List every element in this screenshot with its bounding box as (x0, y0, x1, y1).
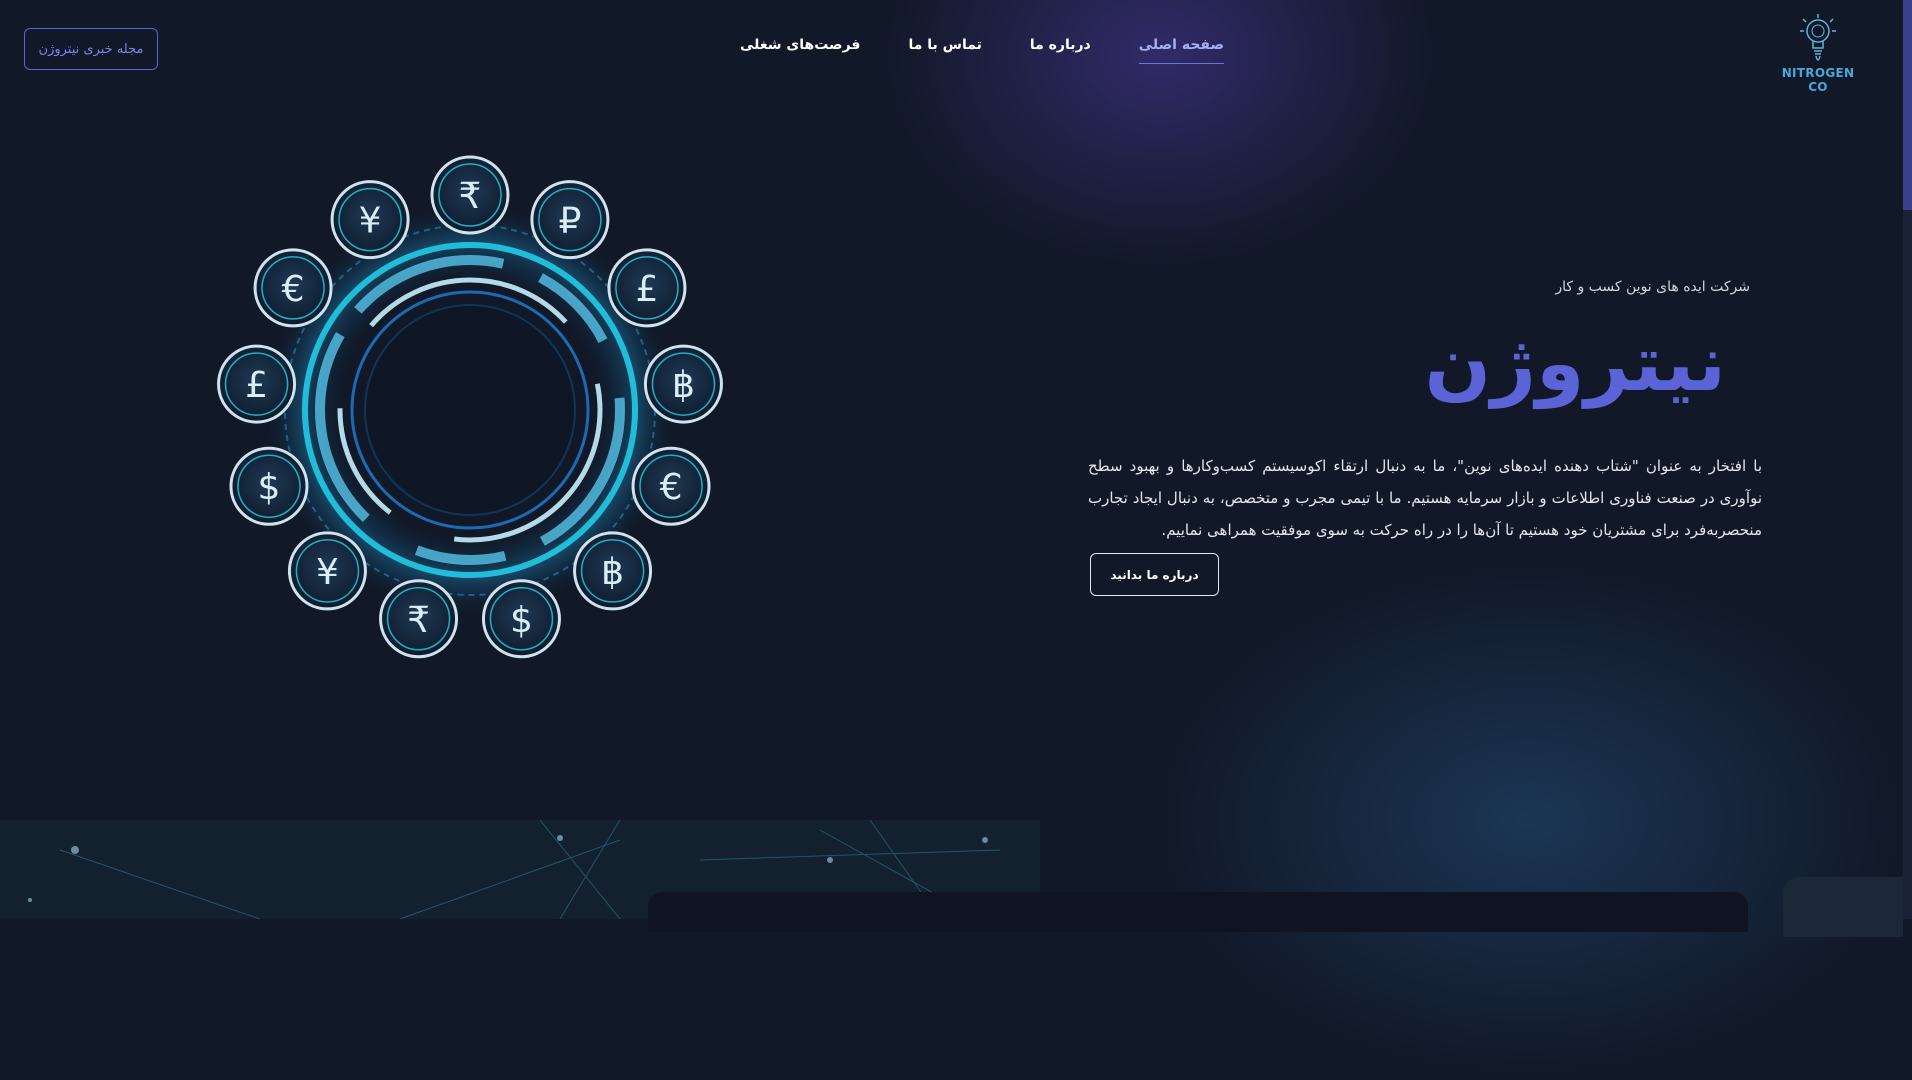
currency-coin: ₽ (530, 180, 610, 260)
currency-coin: ฿ (573, 531, 653, 611)
currency-symbol: $ (258, 467, 281, 508)
currency-coin: € (253, 248, 333, 328)
currency-coin: ¥ (287, 531, 367, 611)
currency-coin: $ (229, 446, 309, 526)
currency-symbol: ¥ (316, 552, 339, 593)
currency-coin: $ (481, 579, 561, 659)
currency-symbol: $ (510, 600, 533, 641)
side-card-top (1783, 877, 1903, 937)
currency-coin: ₹ (430, 155, 510, 235)
currency-coin: € (631, 446, 711, 526)
currency-symbol: ₹ (407, 600, 430, 641)
currency-coin: £ (217, 344, 297, 424)
currency-coin: ¥ (330, 180, 410, 260)
hero-description: با افتخار به عنوان "شتاب دهنده ایده‌های … (1088, 457, 1762, 539)
currency-symbol: ₽ (558, 201, 581, 242)
scrollbar-thumb[interactable] (1903, 0, 1912, 210)
currency-symbol: € (282, 269, 305, 310)
background-glow-bottom (1150, 560, 1910, 1080)
currency-ring-illustration: ₹ ₽ £ ฿ € ฿ $ ₹ ¥ $ £ € ¥ (215, 155, 725, 665)
lightbulb-icon (1800, 14, 1836, 61)
site-logo[interactable]: NITROGEN CO (1773, 14, 1863, 94)
currency-coin: ₹ (379, 579, 459, 659)
content-card-top (648, 892, 1748, 932)
currency-symbol: ฿ (672, 365, 695, 406)
page-scrollbar[interactable] (1903, 0, 1912, 919)
hero-title: نیتروژن (1424, 319, 1726, 409)
nav-contact[interactable]: تماس با ما (908, 37, 981, 64)
currency-symbol: € (660, 467, 683, 508)
currency-symbol: ฿ (601, 552, 624, 593)
currency-symbol: ¥ (359, 201, 382, 242)
main-nav: صفحه اصلی درباره ما تماس با ما فرصت‌های … (740, 37, 1225, 64)
hero-subtitle: شرکت ایده های نوین کسب و کار (1555, 279, 1750, 295)
site-header: مجله خبری نیتروژن صفحه اصلی درباره ما تم… (0, 0, 1903, 100)
about-us-button[interactable]: درباره ما بدانید (1090, 553, 1219, 596)
logo-text: NITROGEN CO (1781, 66, 1855, 94)
currency-coin: £ (607, 248, 687, 328)
nav-home[interactable]: صفحه اصلی (1138, 37, 1225, 64)
news-magazine-button[interactable]: مجله خبری نیتروژن (24, 28, 158, 70)
currency-symbol: £ (245, 365, 268, 406)
nav-about[interactable]: درباره ما (1030, 37, 1091, 64)
nav-careers[interactable]: فرصت‌های شغلی (740, 37, 860, 64)
currency-symbol: £ (635, 269, 658, 310)
currency-symbol: ₹ (459, 176, 482, 217)
currency-coin: ฿ (643, 344, 723, 424)
